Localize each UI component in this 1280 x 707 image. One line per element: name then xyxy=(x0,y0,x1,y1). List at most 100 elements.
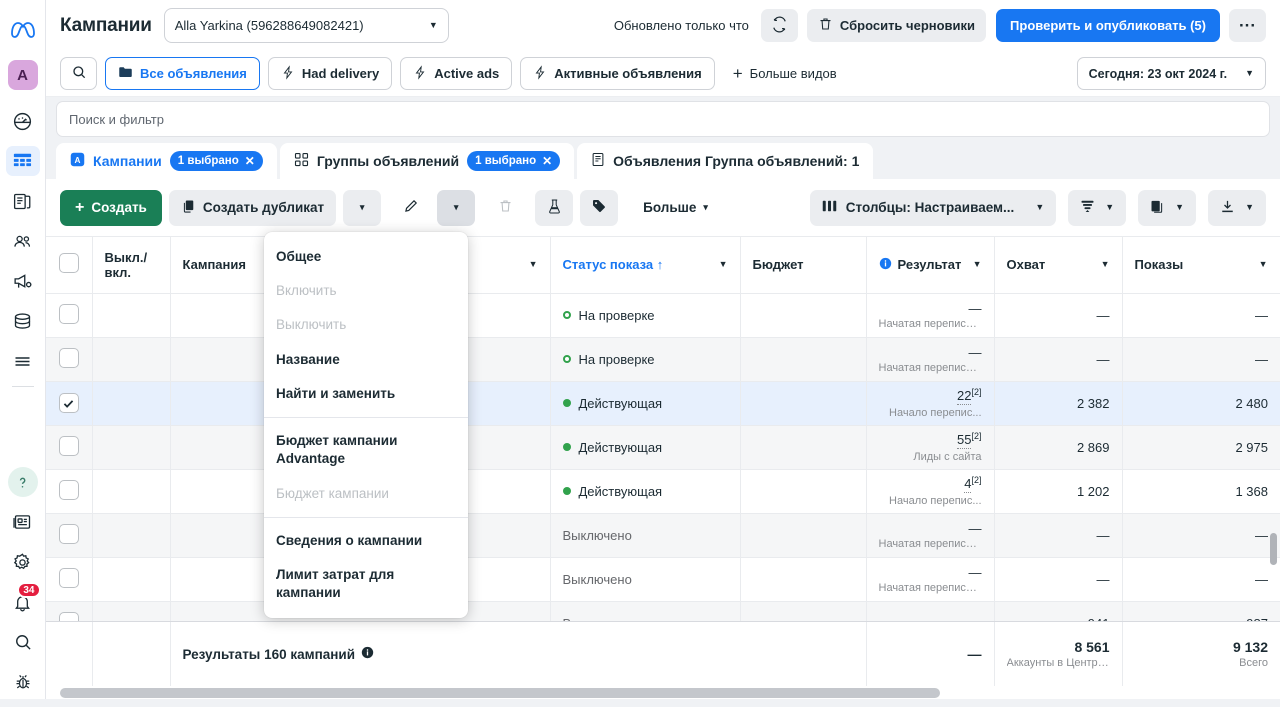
export-button[interactable]: ▼ xyxy=(1208,189,1266,226)
delete-button[interactable] xyxy=(486,190,524,226)
date-range-selector[interactable]: Сегодня: 23 окт 2024 г. ▼ xyxy=(1076,57,1266,90)
account-selector[interactable]: Alla Yarkina (596288649082421) ▼ xyxy=(163,8,449,43)
columns-button[interactable]: Столбцы: Настраиваем... ▼ xyxy=(809,189,1057,226)
row-onoff-cell[interactable] xyxy=(92,513,171,558)
tab-campaigns[interactable]: A Кампании 1 выбрано ✕ xyxy=(56,143,277,179)
row-checkbox-cell[interactable] xyxy=(46,601,93,621)
row-checkbox[interactable] xyxy=(58,479,79,500)
table-row[interactable]: Выключено —941987 xyxy=(46,601,1280,621)
tab-adsets[interactable]: Группы объявлений 1 выбрано ✕ xyxy=(279,143,575,179)
ab-test-button[interactable] xyxy=(535,189,574,226)
row-checkbox[interactable] xyxy=(58,393,79,413)
row-checkbox[interactable] xyxy=(58,567,79,588)
table-row[interactable]: На проверке — Начатая переписка... — — xyxy=(46,337,1280,382)
tag-button[interactable] xyxy=(580,189,619,226)
edit-button[interactable] xyxy=(392,190,430,226)
menu-item[interactable]: Лимит затрат для кампании xyxy=(264,558,468,610)
header-more-button[interactable]: ··· xyxy=(1229,9,1266,42)
create-button[interactable]: + Создать xyxy=(60,189,162,226)
select-all-checkbox[interactable] xyxy=(58,253,79,274)
avatar[interactable]: A xyxy=(7,60,38,90)
search-input[interactable]: Поиск и фильтр xyxy=(56,101,1270,137)
chevron-down-icon[interactable]: ▼ xyxy=(529,260,538,269)
menu-item[interactable]: Бюджет кампании Advantage xyxy=(264,424,468,476)
edit-dropdown-button[interactable]: ▾ xyxy=(437,189,476,226)
table-row[interactable]: Выключено — Начатая переписка... — — xyxy=(46,513,1280,558)
horizontal-scrollbar[interactable] xyxy=(46,687,1280,699)
dashboard-icon[interactable] xyxy=(6,106,40,136)
column-header-onoff[interactable]: Выкл./ вкл. xyxy=(92,237,171,294)
view-chip-active-ads[interactable]: Active ads xyxy=(400,57,513,90)
select-all-header[interactable] xyxy=(46,237,93,294)
row-checkbox[interactable] xyxy=(58,523,79,544)
menu-item[interactable]: Найти и заменить xyxy=(264,377,468,411)
chevron-down-icon[interactable]: ▼ xyxy=(1101,260,1110,269)
row-onoff-cell[interactable] xyxy=(92,293,171,338)
bug-icon[interactable] xyxy=(6,667,40,697)
row-onoff-cell[interactable] xyxy=(92,557,171,602)
row-checkbox[interactable] xyxy=(58,611,79,621)
row-checkbox-cell[interactable] xyxy=(46,425,93,470)
view-search-button[interactable] xyxy=(60,57,97,90)
bell-icon[interactable]: 34 xyxy=(6,582,41,617)
row-checkbox-cell[interactable] xyxy=(46,293,93,338)
help-icon[interactable] xyxy=(7,467,38,497)
more-views-button[interactable]: + Больше видов xyxy=(723,57,847,90)
table-row[interactable]: Действующая 55[2] Лиды с сайта 2 869 2 975 xyxy=(46,425,1280,470)
search-icon[interactable] xyxy=(6,627,40,657)
table-row[interactable]: Выключено — Начатая переписка... — — xyxy=(46,557,1280,602)
tab-ads[interactable]: Объявления Группа объявлений: 1 xyxy=(577,143,874,179)
row-checkbox-cell[interactable] xyxy=(46,381,93,426)
pages-icon[interactable] xyxy=(6,186,40,216)
menu-item[interactable]: Название xyxy=(264,343,468,377)
row-onoff-cell[interactable] xyxy=(92,425,171,470)
column-header-budget[interactable]: Бюджет xyxy=(740,237,867,294)
billing-icon[interactable] xyxy=(6,306,40,336)
row-checkbox-cell[interactable] xyxy=(46,469,93,514)
menu-icon[interactable] xyxy=(6,346,40,376)
row-onoff-cell[interactable] xyxy=(92,381,171,426)
duplicate-button[interactable]: Создать дубликат xyxy=(168,189,337,226)
row-checkbox-cell[interactable] xyxy=(46,337,93,382)
table-row[interactable]: Действующая 4[2] Начало перепис... 1 202 1 3… xyxy=(46,469,1280,514)
view-chip-all-ads[interactable]: Все объявления xyxy=(105,57,260,90)
menu-item[interactable]: Общее xyxy=(264,240,468,274)
menu-item[interactable]: Сведения о кампании xyxy=(264,524,468,558)
discard-drafts-button[interactable]: Сбросить черновики xyxy=(806,9,987,42)
close-icon[interactable]: ✕ xyxy=(542,154,552,168)
column-header-impressions[interactable]: Показы ▼ xyxy=(1122,237,1280,294)
table-icon[interactable] xyxy=(5,146,40,176)
audiences-icon[interactable] xyxy=(6,226,40,256)
row-onoff-cell[interactable] xyxy=(92,469,171,514)
chevron-down-icon[interactable]: ▼ xyxy=(973,260,982,269)
reports-button[interactable]: ▼ xyxy=(1138,189,1197,226)
row-checkbox-cell[interactable] xyxy=(46,557,93,602)
tab-selection-pill[interactable]: 1 выбрано ✕ xyxy=(169,151,263,171)
breakdown-button[interactable]: ▼ xyxy=(1068,189,1127,226)
chevron-down-icon[interactable]: ▼ xyxy=(719,260,728,269)
row-checkbox[interactable] xyxy=(58,303,79,324)
info-icon[interactable] xyxy=(361,646,374,662)
view-chip-had-delivery[interactable]: Had delivery xyxy=(267,57,393,90)
duplicate-dropdown-button[interactable]: ▾ xyxy=(343,189,382,226)
refresh-button[interactable] xyxy=(760,9,798,42)
column-header-result[interactable]: Результат ▼ xyxy=(866,237,995,294)
row-checkbox[interactable] xyxy=(58,435,79,456)
row-checkbox-cell[interactable] xyxy=(46,513,93,558)
vertical-scrollbar-thumb[interactable] xyxy=(1270,533,1277,565)
publish-button[interactable]: Проверить и опубликовать (5) xyxy=(996,9,1220,42)
campaign-icon[interactable] xyxy=(6,266,40,296)
row-onoff-cell[interactable] xyxy=(92,337,171,382)
table-row[interactable]: На проверке — Начатая переписка... — — xyxy=(46,293,1280,338)
chevron-down-icon[interactable]: ▼ xyxy=(1259,260,1268,269)
view-chip-active-ru[interactable]: Активные объявления xyxy=(520,57,715,90)
row-onoff-cell[interactable] xyxy=(92,601,171,621)
scrollbar-thumb[interactable] xyxy=(60,688,940,698)
row-checkbox[interactable] xyxy=(58,347,79,368)
close-icon[interactable]: ✕ xyxy=(245,154,255,168)
meta-logo[interactable] xyxy=(8,14,38,44)
column-header-delivery-status[interactable]: Статус показа ↑ ▼ xyxy=(550,237,741,294)
tab-selection-pill[interactable]: 1 выбрано ✕ xyxy=(467,151,561,171)
news-icon[interactable] xyxy=(6,507,40,537)
column-header-reach[interactable]: Охват ▼ xyxy=(994,237,1123,294)
